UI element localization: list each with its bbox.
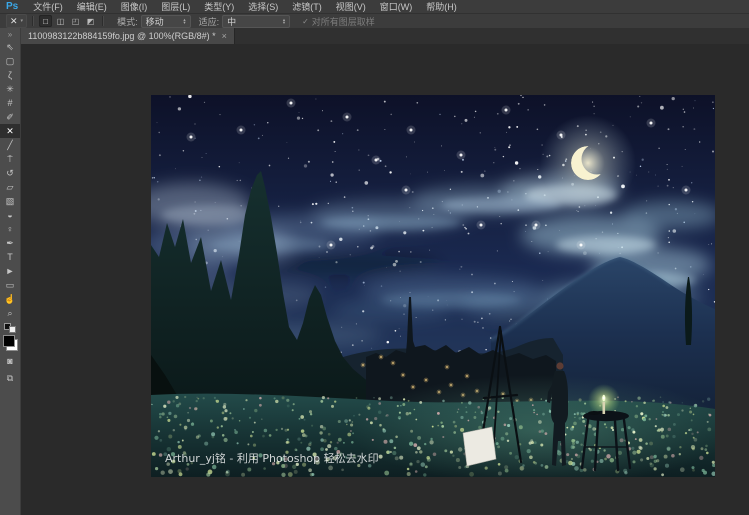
- color-swatches[interactable]: [2, 335, 18, 351]
- new-selection-button[interactable]: □: [39, 15, 53, 27]
- eraser-tool[interactable]: ▱: [0, 180, 20, 194]
- menu-layer[interactable]: 图层(L): [154, 0, 197, 13]
- blank-canvas: [462, 426, 497, 467]
- gradient-tool[interactable]: ▧: [0, 194, 20, 208]
- close-icon[interactable]: ×: [222, 31, 227, 41]
- menu-help[interactable]: 帮助(H): [419, 0, 464, 13]
- adaptation-select[interactable]: 中 ▴ ▾: [222, 14, 291, 28]
- move-tool[interactable]: ⇖: [0, 40, 20, 54]
- crop-tool[interactable]: #: [0, 96, 20, 110]
- tool-options-bar: ✕ ▾ □ ◫ ◰ ◩ 模式: 移动 ▴ ▾ 适应: 中 ▴ ▾ ✓ 对所有图层取样: [0, 14, 749, 29]
- select-arrows-icon: ▴ ▾: [282, 17, 286, 25]
- intersect-selection-button[interactable]: ◩: [84, 15, 97, 27]
- quick-mask-mode-button[interactable]: ◙: [0, 354, 20, 368]
- sample-all-layers-label: 对所有图层取样: [311, 16, 375, 27]
- menu-window[interactable]: 窗口(W): [373, 0, 420, 13]
- divider: [32, 16, 35, 26]
- menu-edit[interactable]: 编辑(E): [70, 0, 114, 13]
- blur-tool[interactable]: ◒: [0, 208, 20, 222]
- rectangle-tool[interactable]: ▭: [0, 278, 20, 292]
- content-aware-move-tool-icon: ✕: [10, 15, 18, 26]
- select-arrows-icon: ▴ ▾: [183, 17, 186, 25]
- menu-view[interactable]: 视图(V): [329, 0, 373, 13]
- menu-image[interactable]: 图像(I): [114, 0, 155, 13]
- dodge-tool[interactable]: ♀: [0, 222, 20, 236]
- pen-tool[interactable]: ✒: [0, 236, 20, 250]
- eyedropper-tool[interactable]: ✐: [0, 110, 20, 124]
- zoom-tool[interactable]: ⌕: [0, 306, 20, 320]
- document-canvas[interactable]: Arthur_yj铭 - 利用 Photoshop 轻松去水印: [151, 95, 715, 477]
- sample-all-layers-checkbox[interactable]: ✓ 对所有图层取样: [302, 15, 375, 28]
- foreground-color-swatch[interactable]: [2, 335, 15, 347]
- subtract-from-selection-button[interactable]: ◰: [69, 15, 82, 27]
- menu-file[interactable]: 文件(F): [26, 0, 70, 13]
- menu-type[interactable]: 类型(Y): [197, 0, 241, 13]
- quick-selection-tool[interactable]: ✳: [0, 82, 20, 96]
- document-tab-bar: 1100983122b884159fo.jpg @ 100%(RGB/8#) *…: [21, 28, 749, 44]
- content-aware-move-tool[interactable]: ✕: [0, 124, 20, 138]
- mode-select[interactable]: 移动 ▴ ▾: [140, 14, 191, 28]
- collapse-panel-icon[interactable]: »: [0, 28, 20, 40]
- tool-preset-picker[interactable]: ✕ ▾: [6, 14, 28, 28]
- screen-mode-button[interactable]: ⧉: [0, 371, 20, 385]
- crescent-moon: [540, 115, 636, 211]
- lasso-tool[interactable]: ζ: [0, 68, 20, 82]
- canvas-workspace: Arthur_yj铭 - 利用 Photoshop 轻松去水印: [21, 44, 749, 515]
- selection-combine-group: □ ◫ ◰ ◩: [39, 15, 97, 27]
- divider: [102, 16, 105, 26]
- menu-bar: Ps 文件(F) 编辑(E) 图像(I) 图层(L) 类型(Y) 选择(S) 滤…: [0, 0, 749, 14]
- type-tool[interactable]: T: [0, 250, 20, 264]
- photoshop-logo: Ps: [6, 1, 19, 12]
- clone-stamp-tool[interactable]: ⍑: [0, 152, 20, 166]
- mode-label: 模式:: [117, 16, 138, 27]
- brush-tool[interactable]: ╱: [0, 138, 20, 152]
- menu-select[interactable]: 选择(S): [241, 0, 285, 13]
- adaptation-label: 适应:: [198, 16, 220, 27]
- starry-night-painting: Arthur_yj铭 - 利用 Photoshop 轻松去水印: [151, 95, 715, 477]
- adaptation-value: 中: [227, 16, 237, 27]
- add-to-selection-button[interactable]: ◫: [54, 15, 67, 27]
- menu-filter[interactable]: 滤镜(T): [285, 0, 329, 13]
- path-selection-tool[interactable]: ►: [0, 264, 20, 278]
- document-tab-title: 1100983122b884159fo.jpg @ 100%(RGB/8#) *: [28, 31, 216, 41]
- watermark-text: Arthur_yj铭 - 利用 Photoshop 轻松去水印: [165, 451, 379, 465]
- document-tab[interactable]: 1100983122b884159fo.jpg @ 100%(RGB/8#) *…: [21, 28, 235, 44]
- tools-panel: » ⇖ ▢ ζ ✳ # ✐ ✕ ╱ ⍑ ↺ ▱ ▧ ◒ ♀ ✒ T ► ▭ ☝ …: [0, 28, 21, 515]
- hand-tool[interactable]: ☝: [0, 292, 20, 306]
- checkmark-icon: ✓: [302, 16, 309, 26]
- swap-colors-icon[interactable]: [0, 322, 20, 333]
- rectangular-marquee-tool[interactable]: ▢: [0, 54, 20, 68]
- chevron-down-icon: ▾: [20, 18, 24, 24]
- history-brush-tool[interactable]: ↺: [0, 166, 20, 180]
- mode-value: 移动: [145, 16, 164, 27]
